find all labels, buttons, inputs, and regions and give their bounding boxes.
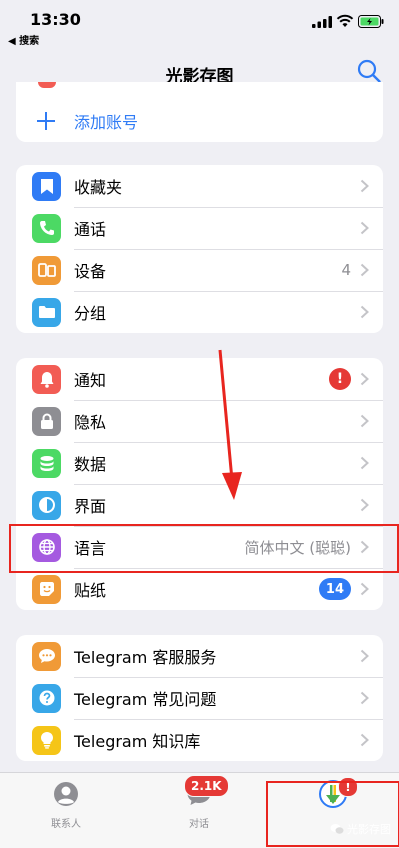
settings-row-label: Telegram 常见问题 — [74, 690, 217, 709]
settings-row-label: Telegram 知识库 — [74, 732, 201, 751]
settings-row-label: 分组 — [74, 304, 107, 323]
settings-row-calls[interactable]: 通话 — [16, 207, 383, 249]
settings-row-label: 通知 — [74, 371, 107, 390]
settings-row-devices[interactable]: 设备 4 — [16, 249, 383, 291]
avatar — [38, 82, 56, 88]
add-account-row[interactable]: 添加账号 — [16, 100, 383, 142]
folder-icon — [32, 297, 61, 327]
sticker-icon — [32, 574, 61, 604]
person-icon — [54, 782, 78, 806]
chevron-right-icon — [360, 221, 369, 235]
watermark: 光影存图 — [330, 821, 391, 837]
settings-row-faq[interactable]: Telegram 常见问题 — [16, 677, 383, 719]
bookmark-icon — [32, 171, 61, 201]
lightbulb-icon — [32, 725, 61, 755]
chevron-right-icon — [360, 414, 369, 428]
settings-row-label: 界面 — [74, 497, 107, 516]
device-count: 4 — [341, 261, 351, 279]
chevron-right-icon — [360, 691, 369, 705]
settings-row-saved[interactable]: 收藏夹 — [16, 165, 383, 207]
status-bar: 13:30 ◀ 搜索 — [0, 0, 399, 48]
settings-row-label: 隐私 — [74, 413, 107, 432]
settings-row-label: 设备 — [74, 262, 107, 281]
wifi-icon — [336, 14, 354, 27]
search-icon[interactable] — [356, 58, 382, 84]
chevron-right-icon — [360, 372, 369, 386]
devices-icon — [32, 255, 61, 285]
phone-icon — [32, 213, 61, 243]
database-icon — [32, 448, 61, 478]
watermark-text: 光影存图 — [347, 823, 391, 836]
settings-row-label: 收藏夹 — [74, 178, 123, 197]
settings-row-folders[interactable]: 分组 — [16, 291, 383, 333]
chat-bubble-icon — [32, 641, 61, 671]
settings-row-label: 通话 — [74, 220, 107, 239]
settings-row-stickers[interactable]: 贴纸 14 — [16, 568, 383, 610]
annotation-highlight-language — [9, 524, 399, 573]
chevron-right-icon — [360, 498, 369, 512]
bell-icon — [32, 364, 61, 394]
settings-row-knowledge-base[interactable]: Telegram 知识库 — [16, 719, 383, 761]
chevron-right-icon — [360, 456, 369, 470]
account-group: 添加账号 — [16, 82, 383, 142]
chevron-right-icon — [360, 305, 369, 319]
annotation-arrow — [218, 349, 242, 500]
lock-icon — [32, 406, 61, 436]
annotation-highlight-settings-tab — [266, 781, 399, 847]
settings-row-label: 数据 — [74, 455, 107, 474]
chevron-right-icon — [360, 649, 369, 663]
sticker-count-badge: 14 — [318, 578, 351, 600]
tab-chats[interactable]: 对话 2.1K — [154, 775, 244, 830]
status-time: 13:30 — [30, 10, 81, 29]
signal-icon — [312, 16, 332, 28]
settings-group-1: 收藏夹 通话 设备 4 分组 — [16, 165, 383, 333]
battery-icon — [358, 15, 384, 28]
tab-contacts[interactable]: 联系人 — [21, 781, 111, 830]
chevron-right-icon — [360, 179, 369, 193]
halfmoon-icon — [32, 490, 61, 520]
chevron-right-icon — [360, 263, 369, 277]
chevron-right-icon — [360, 582, 369, 596]
plus-icon — [37, 112, 55, 130]
question-icon — [32, 683, 61, 713]
settings-row-support[interactable]: Telegram 客服服务 — [16, 635, 383, 677]
chevron-right-icon — [360, 733, 369, 747]
tab-contacts-label: 联系人 — [51, 819, 81, 830]
add-account-label: 添加账号 — [74, 113, 139, 132]
settings-row-label: Telegram 客服服务 — [74, 648, 217, 667]
settings-row-label: 贴纸 — [74, 581, 107, 600]
chats-count-badge: 2.1K — [184, 775, 229, 797]
tab-chats-label: 对话 — [189, 819, 209, 830]
back-to-app-link[interactable]: ◀ 搜索 — [8, 32, 39, 47]
alert-badge: ! — [329, 368, 351, 390]
wechat-icon — [330, 824, 344, 834]
settings-group-3: Telegram 客服服务 Telegram 常见问题 Telegram 知识库 — [16, 635, 383, 761]
